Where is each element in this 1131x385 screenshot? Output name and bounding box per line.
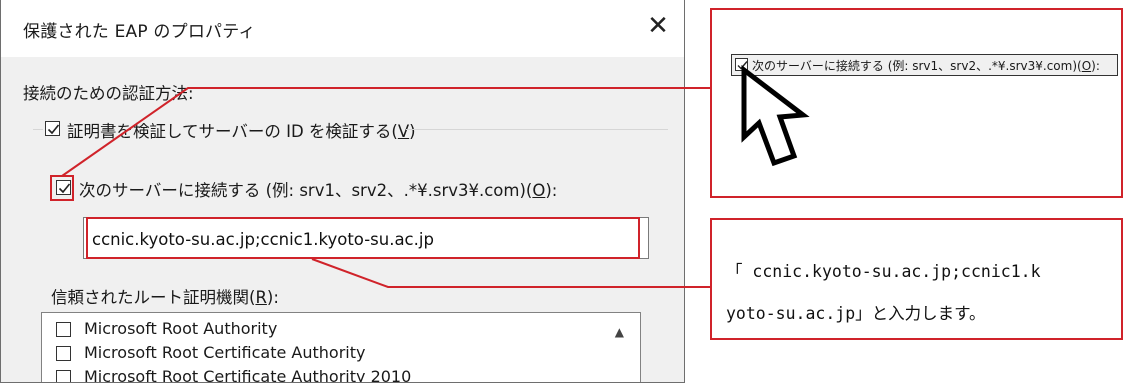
zoom-callout-panel (710, 8, 1123, 198)
instruction-line-1: 「 ccnic.kyoto-su.ac.jp;ccnic1.k (726, 262, 1041, 281)
scroll-up-icon[interactable]: ▲ (615, 325, 624, 339)
auth-method-label: 接続のための認証方法: (23, 84, 194, 103)
list-item-label: Microsoft Root Certificate Authority 201… (84, 367, 412, 383)
list-item-label: Microsoft Root Certificate Authority (84, 343, 366, 362)
group-border-right (406, 129, 668, 130)
zoomed-checkbox (735, 58, 748, 71)
checkmark-icon (737, 61, 748, 70)
root-checkbox[interactable] (56, 346, 71, 361)
list-item-label: Microsoft Root Authority (84, 319, 278, 338)
trusted-root-list[interactable]: Microsoft Root Authority Microsoft Root … (41, 312, 641, 383)
list-item[interactable]: Microsoft Root Certificate Authority (42, 342, 602, 366)
checkmark-icon (47, 124, 60, 135)
list-item[interactable]: Microsoft Root Certificate Authority 201… (42, 366, 602, 383)
connect-servers-label[interactable]: 次のサーバーに接続する (例: srv1、srv2、.*¥.srv3¥.com)… (79, 177, 557, 201)
dialog-title: 保護された EAP のプロパティ (23, 22, 256, 42)
server-field-highlight-box (86, 217, 640, 259)
group-border-left (33, 129, 43, 130)
verify-cert-label[interactable]: 証明書を検証してサーバーの ID を検証する(V) (67, 118, 416, 142)
trusted-root-label: 信頼されたルート証明機関(R): (51, 288, 279, 307)
list-item[interactable]: Microsoft Root Authority (42, 318, 602, 342)
eap-properties-dialog: 保護された EAP のプロパティ ✕ 接続のための認証方法: 証明書を検証してサ… (0, 0, 685, 383)
verify-cert-checkbox[interactable] (45, 121, 60, 136)
zoomed-checkbox-row: 次のサーバーに接続する (例: srv1、srv2、.*¥.srv3¥.com)… (731, 54, 1118, 76)
zoomed-checkbox-label: 次のサーバーに接続する (例: srv1、srv2、.*¥.srv3¥.com)… (752, 59, 1100, 73)
checkbox-highlight-box (50, 175, 74, 201)
instruction-line-2: yoto-su.ac.jp」と入力します。 (726, 304, 986, 323)
close-icon[interactable]: ✕ (644, 12, 672, 40)
root-checkbox[interactable] (56, 322, 71, 337)
root-checkbox[interactable] (56, 370, 71, 382)
title-bar: 保護された EAP のプロパティ ✕ (1, 0, 684, 57)
